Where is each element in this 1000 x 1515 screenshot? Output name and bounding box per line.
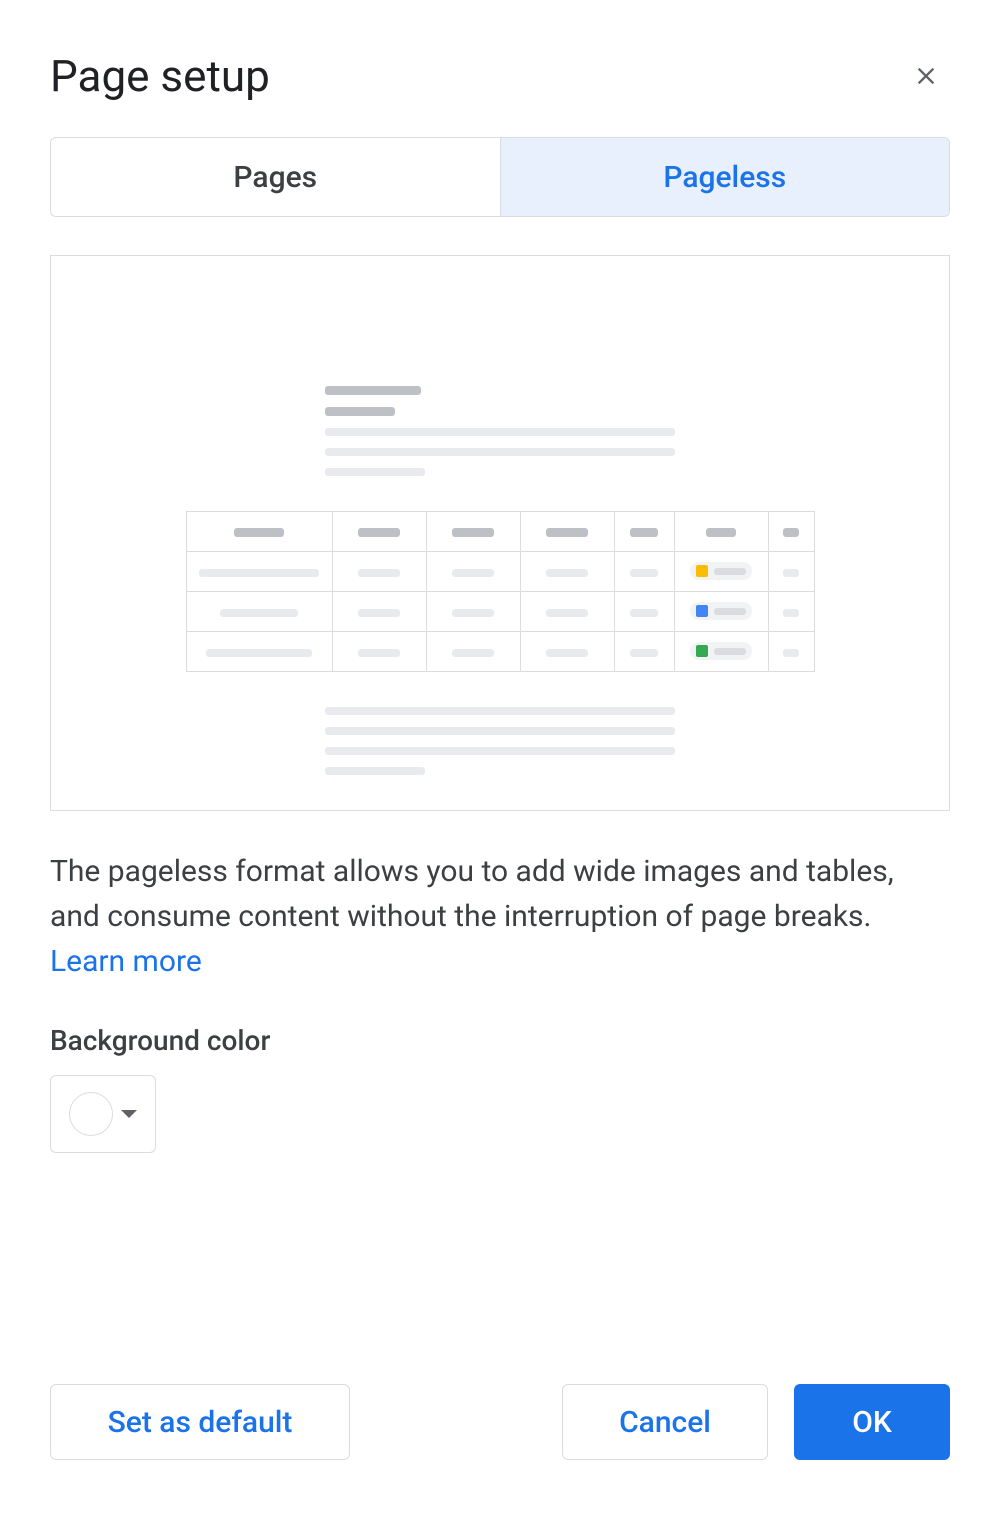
color-swatch: [69, 1092, 113, 1136]
tab-bar: Pages Pageless: [50, 137, 950, 217]
learn-more-link[interactable]: Learn more: [50, 944, 202, 979]
dialog-title: Page setup: [50, 50, 270, 102]
chevron-down-icon: [121, 1110, 137, 1118]
ok-button[interactable]: OK: [794, 1384, 950, 1460]
tab-pageless[interactable]: Pageless: [500, 138, 950, 216]
pageless-description: The pageless format allows you to add wi…: [50, 849, 950, 984]
tab-pages[interactable]: Pages: [51, 138, 500, 216]
background-color-picker[interactable]: [50, 1075, 156, 1153]
set-default-button[interactable]: Set as default: [50, 1384, 350, 1460]
close-icon: [912, 62, 940, 90]
pageless-preview: [50, 255, 950, 811]
cancel-button[interactable]: Cancel: [562, 1384, 768, 1460]
close-button[interactable]: [902, 52, 950, 100]
description-text: The pageless format allows you to add wi…: [50, 854, 894, 934]
background-color-label: Background color: [50, 1024, 950, 1057]
